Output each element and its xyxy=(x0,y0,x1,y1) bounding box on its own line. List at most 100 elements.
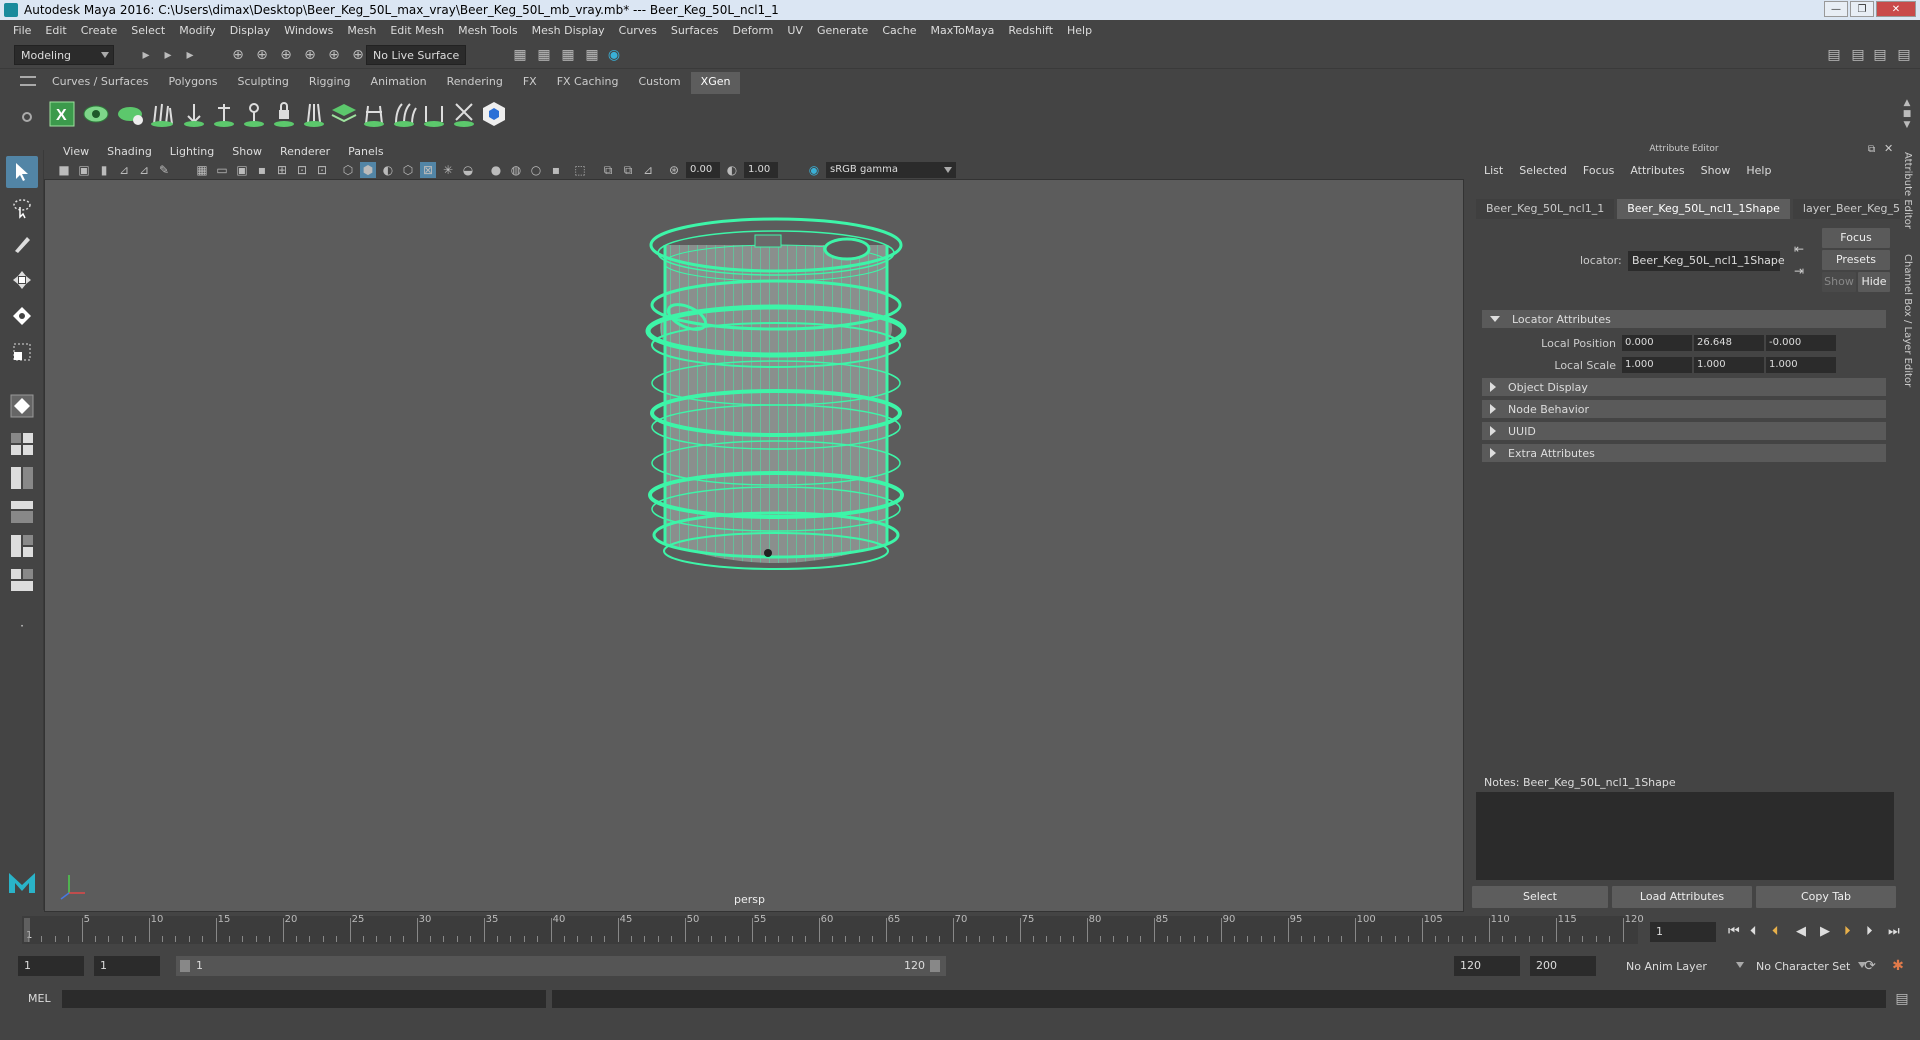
menu-maxtomaya[interactable]: MaxToMaya xyxy=(924,24,1002,37)
command-language-label[interactable]: MEL xyxy=(28,992,51,1005)
menu-mesh[interactable]: Mesh xyxy=(340,24,383,37)
shelf-tab-custom[interactable]: Custom xyxy=(629,72,691,94)
local-position-x[interactable]: 0.000 xyxy=(1622,335,1692,351)
move-tool-icon[interactable] xyxy=(6,264,38,296)
isolate-select-icon[interactable]: ⬚ xyxy=(572,162,588,178)
menu-file[interactable]: File xyxy=(6,24,38,37)
section-node-behavior[interactable]: Node Behavior xyxy=(1482,400,1886,418)
notes-textarea[interactable] xyxy=(1476,792,1894,880)
menu-mesh-display[interactable]: Mesh Display xyxy=(525,24,612,37)
persp-hypershade-layout-icon[interactable] xyxy=(6,564,38,596)
step-back-key-icon[interactable]: ⏴ xyxy=(1750,924,1757,939)
step-back-frame-icon[interactable]: ⏴ xyxy=(1772,924,1779,939)
color-space-dropdown[interactable]: sRGB gamma xyxy=(826,162,956,178)
menu-windows[interactable]: Windows xyxy=(277,24,340,37)
shelf-tab-curves-surfaces[interactable]: Curves / Surfaces xyxy=(42,72,159,94)
shelf-tab-animation[interactable]: Animation xyxy=(361,72,437,94)
wireframe-on-shaded-icon[interactable]: ⬡ xyxy=(400,162,416,178)
select-tool-icon[interactable] xyxy=(6,156,38,188)
xgen-editor-icon[interactable]: X xyxy=(46,98,78,130)
toolbox-more-icon[interactable]: · xyxy=(6,610,38,642)
local-scale-y[interactable]: 1.000 xyxy=(1694,357,1764,373)
go-to-start-icon[interactable]: ⏮ xyxy=(1728,924,1740,939)
shelf-tab-rigging[interactable]: Rigging xyxy=(299,72,361,94)
xray-active-icon[interactable]: ⧉ xyxy=(620,162,636,178)
undo-icon[interactable]: ▸ xyxy=(182,47,198,63)
layout-modeling-icon[interactable]: ▤ xyxy=(1826,47,1842,63)
xgen-place-guides-icon[interactable] xyxy=(146,98,178,130)
xray-icon[interactable]: ⊠ xyxy=(420,162,436,178)
xgen-guides-curves-icon[interactable] xyxy=(388,98,420,130)
script-editor-icon[interactable]: ▤ xyxy=(1894,991,1910,1007)
grease-pencil-icon[interactable]: ✎ xyxy=(156,162,172,178)
local-scale-z[interactable]: 1.000 xyxy=(1766,357,1836,373)
shelf-tab-fx-caching[interactable]: FX Caching xyxy=(547,72,629,94)
two-d-pan-icon[interactable]: ⊿ xyxy=(136,162,152,178)
shelf-tab-xgen[interactable]: XGen xyxy=(690,72,741,94)
film-gate-icon[interactable]: ▭ xyxy=(214,162,230,178)
vp-menu-shading[interactable]: Shading xyxy=(98,145,161,158)
copy-tab-button[interactable]: Copy Tab xyxy=(1756,886,1896,908)
menu-create[interactable]: Create xyxy=(74,24,125,37)
anti-aliasing-icon[interactable]: ○ xyxy=(528,162,544,178)
mode-selector[interactable]: Modeling xyxy=(14,45,114,65)
playhead[interactable] xyxy=(24,918,30,942)
local-scale-x[interactable]: 1.000 xyxy=(1622,357,1692,373)
viewport-panel[interactable] xyxy=(44,142,1464,912)
xgen-guide-bend-icon[interactable] xyxy=(238,98,270,130)
ae-menu-show[interactable]: Show xyxy=(1693,164,1739,177)
xgen-guide-length-icon[interactable] xyxy=(208,98,240,130)
ae-menu-attributes[interactable]: Attributes xyxy=(1622,164,1692,177)
ambient-occlusion-icon[interactable]: ● xyxy=(488,162,504,178)
live-surface-field[interactable]: No Live Surface xyxy=(366,45,466,65)
camera-select-icon[interactable]: ■ xyxy=(56,162,72,178)
go-output-icon[interactable]: ⇥ xyxy=(1794,264,1804,278)
resolution-gate-icon[interactable]: ▣ xyxy=(234,162,250,178)
menu-select[interactable]: Select xyxy=(124,24,172,37)
xgen-delete-guides-icon[interactable] xyxy=(448,98,480,130)
xray-joints-icon[interactable]: ⧉ xyxy=(600,162,616,178)
color-management-icon[interactable]: ◉ xyxy=(806,162,822,178)
vp-menu-renderer[interactable]: Renderer xyxy=(271,145,339,158)
menu-cache[interactable]: Cache xyxy=(875,24,923,37)
render-globe-icon[interactable]: ◉ xyxy=(606,47,622,63)
hypershade-icon[interactable]: ▦ xyxy=(584,47,600,63)
safe-action-icon[interactable]: ⊡ xyxy=(294,162,310,178)
section-object-display[interactable]: Object Display xyxy=(1482,378,1886,396)
render-ipr-icon[interactable]: ▦ xyxy=(536,47,552,63)
all-lights-icon[interactable]: ✳ xyxy=(440,162,456,178)
ae-tab-transform[interactable]: Beer_Keg_50L_ncl1_1 xyxy=(1476,199,1615,219)
ae-menu-list[interactable]: List xyxy=(1476,164,1511,177)
anim-layer-dropdown[interactable]: No Anim Layer xyxy=(1620,956,1748,976)
focus-button[interactable]: Focus xyxy=(1822,228,1890,248)
shelf-tab-rendering[interactable]: Rendering xyxy=(437,72,513,94)
snap-point-icon[interactable]: ⊕ xyxy=(350,47,366,63)
snap-curve-icon[interactable]: ⊕ xyxy=(326,47,342,63)
persp-graph-layout-icon[interactable] xyxy=(6,530,38,562)
field-chart-icon[interactable]: ⊞ xyxy=(274,162,290,178)
animation-start-field[interactable]: 1 xyxy=(18,956,84,976)
step-forward-frame-icon[interactable]: ⏵ xyxy=(1844,924,1851,939)
beer-keg-wireframe[interactable] xyxy=(625,213,925,613)
select-object-icon[interactable]: ⊕ xyxy=(254,47,270,63)
play-backwards-icon[interactable]: ◀ xyxy=(1796,924,1806,939)
default-material-icon[interactable]: ◐ xyxy=(380,162,396,178)
scale-tool-icon[interactable] xyxy=(6,336,38,368)
vp-menu-view[interactable]: View xyxy=(54,145,98,158)
lasso-tool-icon[interactable] xyxy=(6,192,38,224)
menu-mesh-tools[interactable]: Mesh Tools xyxy=(451,24,525,37)
section-locator-attributes[interactable]: Locator Attributes xyxy=(1482,310,1886,328)
ae-select-button[interactable]: Select xyxy=(1472,886,1608,908)
ae-menu-focus[interactable]: Focus xyxy=(1575,164,1622,177)
auto-key-icon[interactable]: ⟳ xyxy=(1862,958,1878,974)
presets-button[interactable]: Presets xyxy=(1822,250,1890,270)
menu-curves[interactable]: Curves xyxy=(612,24,664,37)
exposure-field[interactable]: 0.00 xyxy=(686,162,720,178)
ae-tab-shape[interactable]: Beer_Keg_50L_ncl1_1Shape xyxy=(1617,199,1790,219)
xgen-groom-icon[interactable] xyxy=(298,98,330,130)
save-scene-icon[interactable]: ▸ xyxy=(160,47,176,63)
camera-attributes-icon[interactable]: ▣ xyxy=(76,162,92,178)
animation-end-field[interactable]: 200 xyxy=(1530,956,1596,976)
local-position-y[interactable]: 26.648 xyxy=(1694,335,1764,351)
go-to-end-icon[interactable]: ⏭ xyxy=(1888,924,1900,939)
